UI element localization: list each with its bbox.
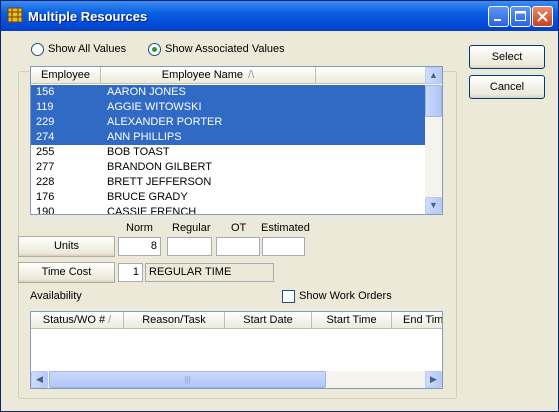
column-header-employee-name[interactable]: Employee Name /\	[101, 67, 316, 84]
employee-name-cell: AGGIE WITOWSKI	[107, 101, 202, 113]
end-time-header-label: End Tim	[403, 314, 443, 326]
column-header-end-time[interactable]: End Tim	[392, 312, 443, 329]
estimated-field[interactable]	[262, 237, 305, 256]
column-header-status-wo[interactable]: Status/WO # /	[31, 312, 124, 329]
horizontal-scroll-thumb[interactable]: |||	[49, 371, 326, 388]
employee-name-header-label: Employee Name	[161, 69, 244, 81]
column-header-reason-task[interactable]: Reason/Task	[124, 312, 225, 329]
employee-id-cell: 119	[36, 101, 54, 113]
table-row[interactable]: 229 ALEXANDER PORTER	[31, 115, 425, 130]
regular-field[interactable]	[167, 237, 212, 256]
maximize-button[interactable]	[510, 6, 531, 27]
start-time-header-label: Start Time	[326, 314, 377, 326]
cancel-button[interactable]: Cancel	[469, 75, 545, 99]
scroll-thumb[interactable]	[425, 85, 442, 117]
norm-header: Norm	[126, 222, 153, 234]
employee-name-cell: BRANDON GILBERT	[107, 161, 212, 173]
employee-name-cell: AARON JONES	[107, 86, 186, 98]
employee-grid[interactable]: Employee Employee Name /\ 156 AARON JONES…	[30, 66, 443, 215]
employee-id-cell: 277	[36, 161, 55, 173]
column-header-blank	[316, 67, 425, 84]
scroll-up-button[interactable]: ▲	[425, 67, 442, 84]
employee-id-cell: 190	[36, 206, 55, 215]
select-button[interactable]: Select	[469, 45, 545, 69]
table-row[interactable]: 190 CASSIE FRENCH	[31, 205, 425, 215]
employee-name-cell: ANN PHILLIPS	[107, 131, 182, 143]
radio-selected	[148, 43, 161, 56]
column-header-start-time[interactable]: Start Time	[312, 312, 392, 329]
regular-header: Regular	[172, 222, 211, 234]
employee-header-label: Employee	[41, 69, 90, 81]
close-icon	[537, 11, 548, 22]
availability-grid[interactable]: Status/WO # / Reason/Task Start Date Sta…	[30, 311, 443, 389]
employee-name-cell: ALEXANDER PORTER	[107, 116, 223, 128]
app-icon	[7, 7, 23, 23]
close-button[interactable]	[532, 6, 553, 27]
employee-id-cell: 156	[36, 86, 55, 98]
employee-name-cell: BOB TOAST	[107, 146, 170, 158]
table-row[interactable]: 156 AARON JONES	[31, 85, 425, 100]
maximize-icon	[515, 11, 526, 21]
grip-icon: |||	[184, 375, 191, 384]
start-date-header-label: Start Date	[243, 314, 293, 326]
minimize-icon	[494, 19, 501, 21]
window-title: Multiple Resources	[28, 9, 148, 24]
title-bar: Multiple Resources	[1, 1, 558, 31]
column-header-employee[interactable]: Employee	[31, 67, 101, 84]
employee-name-cell: CASSIE FRENCH	[107, 206, 197, 215]
minimize-button[interactable]	[488, 6, 509, 27]
employee-id-cell: 176	[36, 191, 55, 203]
show-work-orders-checkbox[interactable]	[282, 290, 295, 303]
multiple-resources-window: Multiple Resources Show All Values Show …	[0, 0, 559, 412]
table-row[interactable]: 255 BOB TOAST	[31, 145, 425, 160]
ot-header: OT	[231, 222, 247, 234]
time-cost-code-field[interactable]: 1	[118, 263, 143, 282]
availability-label: Availability	[30, 290, 82, 302]
table-row[interactable]: 228 BRETT JEFFERSON	[31, 175, 425, 190]
show-work-orders-label: Show Work Orders	[299, 290, 392, 302]
employee-id-cell: 255	[36, 146, 55, 158]
employee-id-cell: 274	[36, 131, 55, 143]
ot-field[interactable]	[216, 237, 260, 256]
table-row[interactable]: 274 ANN PHILLIPS	[31, 130, 425, 145]
show-associated-values-label: Show Associated Values	[165, 43, 285, 55]
radio-unselected	[31, 43, 44, 56]
availability-horizontal-scrollbar[interactable]: ◀ ||| ▶	[31, 371, 442, 388]
employee-name-cell: BRUCE GRADY	[107, 191, 188, 203]
scroll-left-icon: ◀	[36, 374, 43, 384]
show-all-values-label: Show All Values	[48, 43, 127, 55]
employee-vertical-scrollbar[interactable]: ▲ ▼	[425, 67, 442, 214]
employee-name-cell: BRETT JEFFERSON	[107, 176, 212, 188]
column-header-start-date[interactable]: Start Date	[225, 312, 312, 329]
units-button[interactable]: Units	[18, 236, 115, 257]
estimated-header: Estimated	[261, 222, 310, 234]
scroll-left-button[interactable]: ◀	[31, 371, 48, 388]
table-row[interactable]: 176 BRUCE GRADY	[31, 190, 425, 205]
scroll-down-icon: ▼	[429, 200, 438, 210]
norm-field[interactable]: 8	[118, 237, 161, 256]
scroll-up-icon: ▲	[429, 70, 438, 80]
sort-indicator-icon: /	[108, 314, 112, 326]
reason-task-header-label: Reason/Task	[142, 314, 206, 326]
employee-id-cell: 228	[36, 176, 55, 188]
status-wo-header-label: Status/WO #	[42, 314, 106, 326]
scroll-down-button[interactable]: ▼	[425, 197, 442, 214]
scroll-right-button[interactable]: ▶	[425, 371, 442, 388]
employee-id-cell: 229	[36, 116, 55, 128]
time-cost-description-field: REGULAR TIME	[145, 263, 274, 282]
sort-ascending-icon: /\	[248, 69, 255, 81]
time-cost-button[interactable]: Time Cost	[18, 262, 115, 283]
table-row[interactable]: 277 BRANDON GILBERT	[31, 160, 425, 175]
table-row[interactable]: 119 AGGIE WITOWSKI	[31, 100, 425, 115]
scroll-right-icon: ▶	[430, 374, 437, 384]
